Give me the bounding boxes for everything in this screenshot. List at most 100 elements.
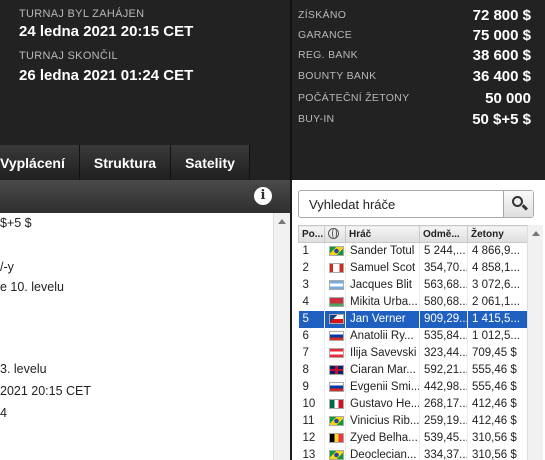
players-table: Po... Hráč Odmě... Žetony 1 Sander Totul 5… — [298, 225, 528, 460]
argentina-flag-icon — [329, 279, 344, 290]
player-row[interactable]: 5 Jan Verner 909,29... 1 415,5... — [298, 310, 528, 328]
player-flag — [324, 327, 346, 345]
info-line: $+5 $ — [0, 216, 32, 230]
player-reward: 909,29... — [419, 310, 468, 328]
info-line: 3. levelu — [0, 362, 47, 376]
player-row[interactable]: 6 Anatolii Ry... 535,84... 1 012,5... — [298, 327, 528, 345]
player-chips: 412,46 $ — [467, 412, 528, 430]
player-row[interactable]: 8 Ciaran Mar... 592,21... 555,46 $ — [298, 361, 528, 379]
started-value: 24 ledna 2021 20:15 CET — [19, 23, 194, 40]
player-row[interactable]: 3 Jacques Blit 563,68... 3 072,6... — [298, 276, 528, 294]
player-position: 12 — [298, 429, 325, 447]
player-position: 3 — [298, 276, 325, 294]
player-name: Sander Totul — [345, 242, 420, 260]
player-name: Anatolii Ry... — [345, 327, 420, 345]
stat-value: 72 800 $ — [472, 6, 531, 24]
player-position: 7 — [298, 344, 325, 362]
players-scrollbar[interactable] — [527, 225, 543, 460]
stat-label: BUY-IN — [298, 113, 335, 125]
search-button[interactable] — [503, 191, 533, 217]
player-reward: 5 244,... — [419, 242, 468, 260]
player-row[interactable]: 10 Gustavo He... 268,17... 412,46 $ — [298, 395, 528, 413]
player-reward: 259,19... — [419, 412, 468, 430]
player-position: 8 — [298, 361, 325, 379]
col-reward[interactable]: Odmě... — [419, 225, 468, 243]
info-icon[interactable]: i — [254, 187, 272, 205]
player-reward: 580,68... — [419, 293, 468, 311]
player-reward: 592,21... — [419, 361, 468, 379]
player-row[interactable]: 11 Vinicius Rib... 259,19... 412,46 $ — [298, 412, 528, 430]
player-name: Jacques Blit — [345, 276, 420, 294]
stat-row-starting-chips: POČÁTEČNÍ ŽETONY 50 000 — [298, 88, 531, 108]
player-row[interactable]: 2 Samuel Scot 354,70... 4 858,1... — [298, 259, 528, 277]
player-position: 9 — [298, 378, 325, 396]
player-position: 6 — [298, 327, 325, 345]
stat-row-reg-bank: REG. BANK 38 600 $ — [298, 45, 531, 65]
player-name: Gustavo He... — [345, 395, 420, 413]
tab-structure[interactable]: Struktura — [79, 145, 172, 180]
player-search — [298, 190, 534, 218]
col-chips[interactable]: Žetony — [467, 225, 528, 243]
stat-value: 50 $+5 $ — [472, 110, 531, 128]
col-country[interactable] — [324, 225, 346, 243]
player-chips: 555,46 $ — [467, 361, 528, 379]
info-line: 4 — [0, 406, 7, 420]
player-row[interactable]: 12 Zyed Belha... 539,45... 310,56 $ — [298, 429, 528, 447]
player-flag — [324, 378, 346, 396]
stat-row-bounty-bank: BOUNTY BANK 36 400 $ — [298, 66, 531, 86]
players-panel: Po... Hráč Odmě... Žetony 1Sander Totul5… — [292, 180, 545, 460]
player-name: Deoclecian... — [345, 446, 420, 460]
player-position: 11 — [298, 412, 325, 430]
tab-satellites[interactable]: Satelity — [171, 145, 250, 180]
player-flag — [324, 395, 346, 413]
player-reward: 354,70... — [419, 259, 468, 277]
player-flag — [324, 310, 346, 328]
brazil-flag-icon — [329, 415, 344, 426]
player-name: Vinicius Rib... — [345, 412, 420, 430]
uk-flag-icon — [329, 364, 344, 375]
mexico-flag-icon — [329, 398, 344, 409]
player-reward: 563,68... — [419, 276, 468, 294]
player-flag — [324, 361, 346, 379]
player-name: Zyed Belha... — [345, 429, 420, 447]
player-position: 5 — [298, 310, 325, 328]
russia-flag-icon — [329, 381, 344, 392]
canada-flag-icon — [329, 262, 344, 273]
player-chips: 412,46 $ — [467, 395, 528, 413]
scroll-up-icon[interactable] — [278, 219, 286, 224]
player-position: 4 — [298, 293, 325, 311]
info-panel-header: i — [0, 180, 290, 213]
player-row[interactable]: 13 Deoclecian... 334,37... 310,56 $ — [298, 446, 528, 460]
player-reward: 442,98... — [419, 378, 468, 396]
tab-payouts[interactable]: Vyplácení — [0, 145, 80, 180]
player-search-input[interactable] — [299, 191, 503, 217]
player-row[interactable]: 9 Evgenii Smi... 442,98... 555,46 $ — [298, 378, 528, 396]
col-position[interactable]: Po... — [298, 225, 325, 243]
player-row[interactable]: 4 Mikita Urba... 580,68... 2 061,1... — [298, 293, 528, 311]
scroll-up-icon[interactable] — [532, 231, 540, 236]
col-player[interactable]: Hráč — [345, 225, 420, 243]
tab-bar: Vyplácení Struktura Satelity — [0, 145, 250, 180]
ended-value: 26 ledna 2021 01:24 CET — [19, 67, 194, 84]
russia-flag-icon — [329, 330, 344, 341]
info-scrollbar[interactable] — [273, 213, 290, 460]
player-flag — [324, 412, 346, 430]
tournament-info-panel: i $+5 $ /-y e 10. levelu 3. levelu 2021 … — [0, 180, 290, 460]
stat-label: ZÍSKÁNO — [298, 9, 347, 21]
stat-row-buy-in: BUY-IN 50 $+5 $ — [298, 109, 531, 129]
stat-value: 75 000 $ — [472, 26, 531, 44]
player-row[interactable]: 1 Sander Totul 5 244,... 4 866,9... — [298, 242, 528, 260]
player-name: Jan Verner — [345, 310, 420, 328]
player-row[interactable]: 7 Ilija Savevski 323,44... 709,45 $ — [298, 344, 528, 362]
ended-label: TURNAJ SKONČIL — [19, 50, 118, 62]
player-chips: 310,56 $ — [467, 446, 528, 460]
info-line: 2021 20:15 CET — [0, 384, 92, 398]
player-name: Mikita Urba... — [345, 293, 420, 311]
stat-label: REG. BANK — [298, 49, 358, 61]
stat-value: 38 600 $ — [472, 46, 531, 64]
stat-label: GARANCE — [298, 29, 353, 41]
stat-label: BOUNTY BANK — [298, 70, 377, 82]
player-position: 2 — [298, 259, 325, 277]
player-chips: 310,56 $ — [467, 429, 528, 447]
player-chips: 1 012,5... — [467, 327, 528, 345]
